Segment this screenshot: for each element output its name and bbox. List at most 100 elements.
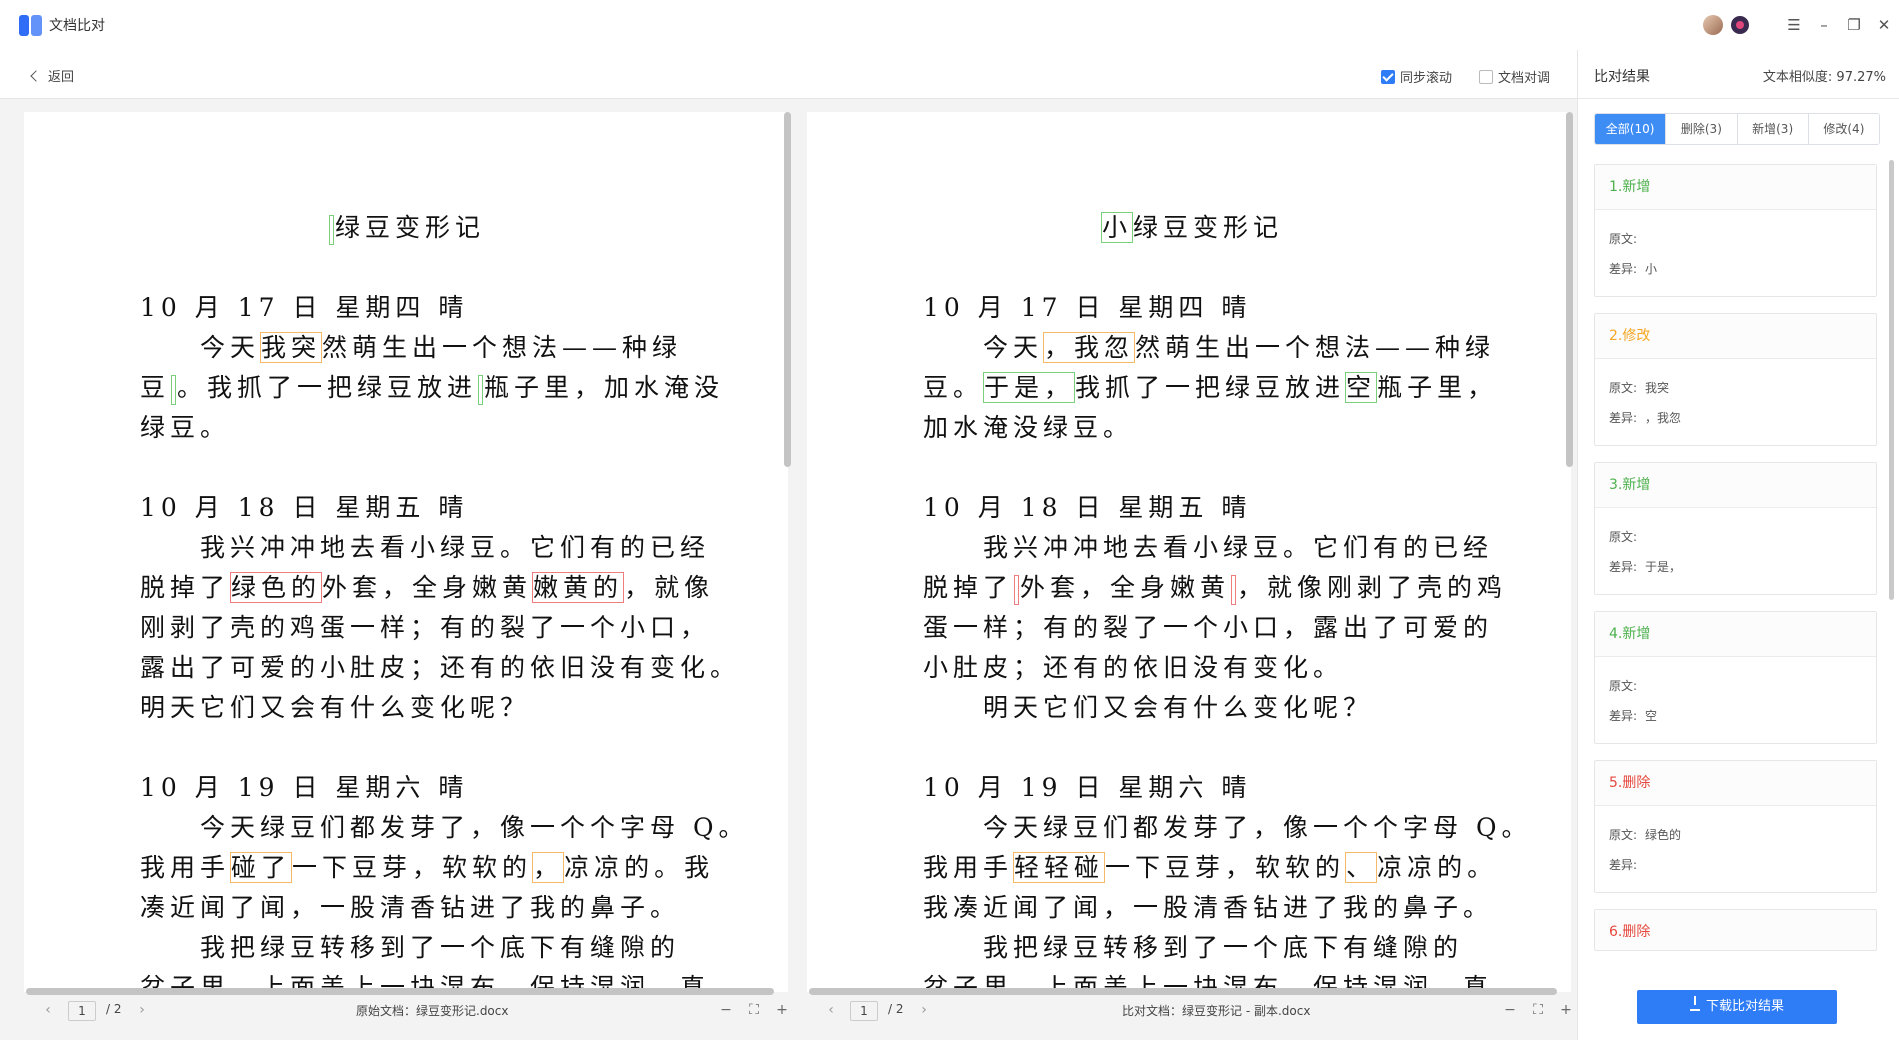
page-number-input[interactable]: 1 xyxy=(68,1001,96,1021)
results-title: 比对结果 xyxy=(1594,69,1650,85)
original-text: 我突 xyxy=(1645,381,1670,395)
original-vertical-scrollbar[interactable] xyxy=(784,112,791,467)
diff-highlight-delete[interactable]: 绿色的 xyxy=(230,572,323,603)
original-horizontal-scrollbar[interactable] xyxy=(26,988,774,995)
diff-highlight-add[interactable]: 于是， xyxy=(983,372,1076,403)
title-bar: 文档比对 ☰ – ❐ ✕ xyxy=(0,0,1899,50)
insert-marker[interactable] xyxy=(329,214,334,245)
similarity-score: 文本相似度: 97.27% xyxy=(1762,70,1886,85)
original-label: 原文: xyxy=(1609,530,1638,544)
compare-title: 小绿豆变形记 xyxy=(1101,212,1284,243)
user-avatar[interactable] xyxy=(1703,15,1723,35)
delete-marker[interactable] xyxy=(1014,574,1020,605)
sync-scroll-option[interactable]: 同步滚动 xyxy=(1381,67,1452,86)
doc-swap-checkbox[interactable] xyxy=(1479,69,1493,84)
compare-document-page[interactable]: 小绿豆变形记 10 月 17 日 星期四 晴 今天，我忽然萌生出一个想法——种绿… xyxy=(807,112,1571,992)
compare-line: 脱掉了 外套，全身嫩黄 ，就像刚剥了壳的鸡 xyxy=(923,568,1507,605)
original-label: 原文: xyxy=(1609,381,1638,395)
minimize-button[interactable]: – xyxy=(1809,16,1839,34)
diff-highlight-modify[interactable]: ， xyxy=(532,852,565,883)
result-card-title: 2.修改 xyxy=(1595,314,1876,359)
compare-date-3: 10 月 19 日 星期六 晴 xyxy=(923,773,1252,802)
tab-added[interactable]: 新增(3) xyxy=(1737,114,1809,144)
compare-line: 今天绿豆们都发芽了，像一个个字母 Q。 xyxy=(923,813,1532,842)
diff-highlight-modify[interactable]: 、 xyxy=(1345,852,1378,883)
diff-text: 于是， xyxy=(1645,560,1682,574)
menu-icon[interactable]: ☰ xyxy=(1779,16,1809,34)
next-page-icon[interactable]: › xyxy=(916,1002,932,1018)
results-scrollbar[interactable] xyxy=(1889,160,1894,600)
insert-marker[interactable] xyxy=(171,374,177,405)
compare-line: 我把绿豆转移到了一个底下有缝隙的 xyxy=(923,933,1464,962)
prev-page-icon[interactable]: ‹ xyxy=(823,1002,839,1018)
results-panel: 比对结果 文本相似度: 97.27% 全部(10) 删除(3) 新增(3) 修改… xyxy=(1577,50,1899,1040)
diff-highlight-add[interactable]: 小 xyxy=(1101,212,1134,243)
close-button[interactable]: ✕ xyxy=(1869,16,1899,34)
vip-badge-icon[interactable] xyxy=(1731,16,1749,34)
result-list: 1.新增 原文: 差异: 小 2.修改 原文: 我突 差异: ，我忽 3.新增 原文:… xyxy=(1594,164,1884,967)
restore-button[interactable]: ❐ xyxy=(1839,16,1869,34)
download-results-button[interactable]: 下载比对结果 xyxy=(1637,990,1837,1024)
diff-text: 空 xyxy=(1645,709,1658,723)
result-card-title: 5.删除 xyxy=(1595,761,1876,806)
prev-page-icon[interactable]: ‹ xyxy=(40,1002,56,1018)
tab-deleted[interactable]: 删除(3) xyxy=(1666,114,1738,144)
tab-modified[interactable]: 修改(4) xyxy=(1808,114,1879,144)
original-label: 原文: xyxy=(1609,679,1638,693)
original-line: 脱掉了绿色的外套，全身嫩黄嫩黄的，就像 xyxy=(140,572,715,603)
diff-text: 小 xyxy=(1645,262,1658,276)
fit-page-icon[interactable]: ⛶ xyxy=(1530,1002,1546,1018)
diff-highlight-modify[interactable]: 轻轻碰 xyxy=(1013,852,1106,883)
download-label: 下载比对结果 xyxy=(1705,999,1784,1014)
original-title: 绿豆变形记 xyxy=(328,208,485,245)
original-line: 今天绿豆们都发芽了，像一个个字母 Q。 xyxy=(140,813,749,842)
result-card-title: 1.新增 xyxy=(1595,165,1876,210)
result-card[interactable]: 6.删除 xyxy=(1594,909,1877,951)
compare-line: 小肚皮；还有的依旧没有变化。 xyxy=(923,653,1344,682)
zoom-in-icon[interactable]: + xyxy=(774,1002,790,1018)
result-card[interactable]: 3.新增 原文: 差异: 于是， xyxy=(1594,462,1877,595)
sync-scroll-checkbox[interactable] xyxy=(1381,69,1395,84)
compare-file-name: 比对文档：绿豆变形记 - 副本.docx xyxy=(1122,1004,1311,1018)
result-card-title: 4.新增 xyxy=(1595,612,1876,657)
result-card[interactable]: 5.删除 原文: 绿色的 差异: xyxy=(1594,760,1877,893)
back-button[interactable]: 返回 xyxy=(30,66,74,85)
original-line: 今天我突然萌生出一个想法——种绿 xyxy=(140,332,683,363)
zoom-out-icon[interactable]: − xyxy=(1502,1002,1518,1018)
compare-vertical-scrollbar[interactable] xyxy=(1566,112,1573,467)
diff-highlight-delete[interactable]: 嫩黄的 xyxy=(532,572,625,603)
app-title: 文档比对 xyxy=(49,18,105,34)
diff-label: 差异: xyxy=(1609,560,1638,574)
original-line: 绿豆。 xyxy=(140,413,231,442)
result-card-title: 3.新增 xyxy=(1595,463,1876,508)
insert-marker[interactable] xyxy=(478,374,484,405)
doc-swap-option[interactable]: 文档对调 xyxy=(1479,67,1550,86)
original-line: 刚剥了壳的鸡蛋一样；有的裂了一个小口， xyxy=(140,613,711,642)
diff-highlight-modify[interactable]: 碰了 xyxy=(230,852,293,883)
compare-line: 豆。于是，我抓了一把绿豆放进空瓶子里， xyxy=(923,372,1498,403)
original-label: 原文: xyxy=(1609,232,1638,246)
compare-line: 明天它们又会有什么变化呢？ xyxy=(923,693,1374,722)
compare-footer: ‹ 1 / 2 › 比对文档：绿豆变形记 - 副本.docx − ⛶ + xyxy=(790,998,1577,1026)
next-page-icon[interactable]: › xyxy=(134,1002,150,1018)
result-card[interactable]: 4.新增 原文: 差异: 空 xyxy=(1594,611,1877,744)
result-card[interactable]: 2.修改 原文: 我突 差异: ，我忽 xyxy=(1594,313,1877,446)
compare-line: 我兴冲冲地去看小绿豆。它们有的已经 xyxy=(923,533,1494,562)
original-line: 凑近闻了闻，一股清香钻进了我的鼻子。 xyxy=(140,893,681,922)
compare-horizontal-scrollbar[interactable] xyxy=(809,988,1557,995)
diff-highlight-modify[interactable]: 我突 xyxy=(260,332,323,363)
zoom-out-icon[interactable]: − xyxy=(718,1002,734,1018)
compare-line: 加水淹没绿豆。 xyxy=(923,413,1134,442)
original-line: 我兴冲冲地去看小绿豆。它们有的已经 xyxy=(140,533,711,562)
tab-all[interactable]: 全部(10) xyxy=(1595,114,1667,144)
fit-page-icon[interactable]: ⛶ xyxy=(746,1002,762,1018)
original-line: 我用手碰了一下豆芽，软软的，凉凉的。我 xyxy=(140,852,715,883)
result-card[interactable]: 1.新增 原文: 差异: 小 xyxy=(1594,164,1877,297)
original-document-page[interactable]: 绿豆变形记 10 月 17 日 星期四 晴 今天我突然萌生出一个想法——种绿 豆… xyxy=(24,112,788,992)
diff-highlight-add[interactable]: 空 xyxy=(1345,372,1378,403)
page-number-input[interactable]: 1 xyxy=(850,1001,878,1021)
compare-line: 蛋一样；有的裂了一个小口，露出了可爱的 xyxy=(923,613,1494,642)
diff-highlight-modify[interactable]: ，我忽 xyxy=(1043,332,1136,363)
delete-marker[interactable] xyxy=(1231,574,1237,605)
zoom-in-icon[interactable]: + xyxy=(1558,1002,1574,1018)
